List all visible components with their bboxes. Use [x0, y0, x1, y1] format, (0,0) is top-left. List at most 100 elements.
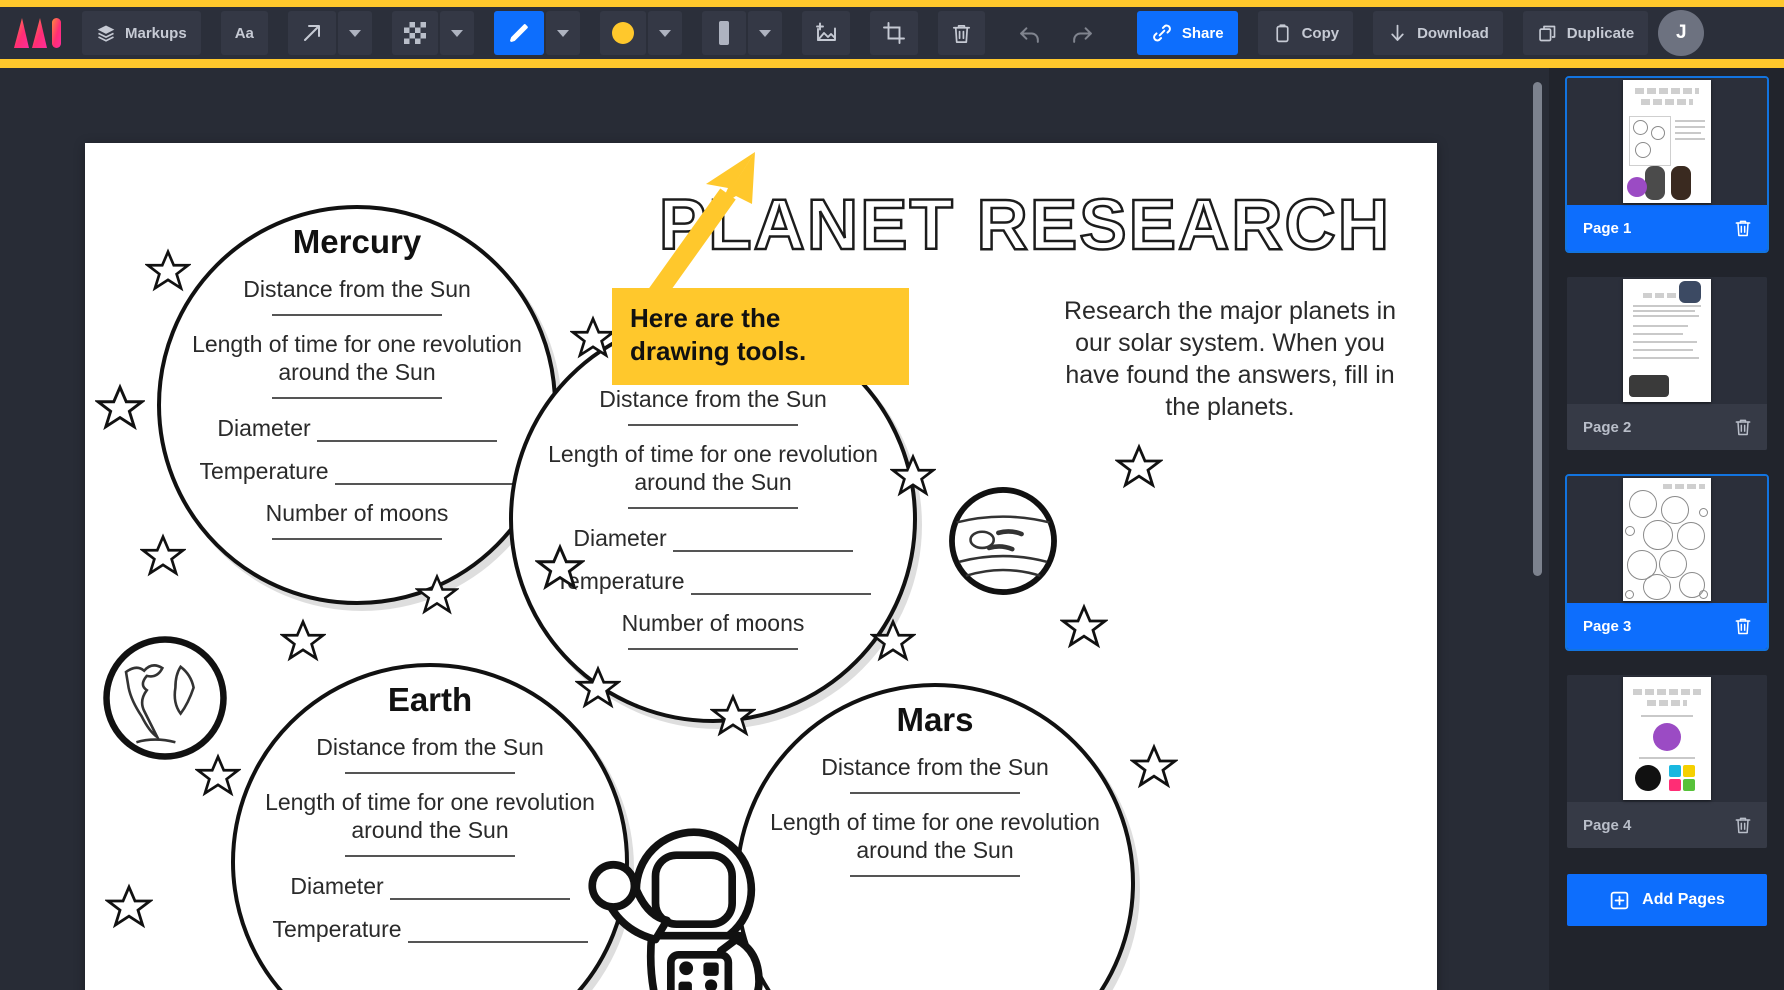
canvas-area[interactable]: PLANET RESEARCH Research the major plane…: [0, 68, 1546, 990]
field-label-moons: Number of moons: [265, 500, 449, 527]
text-tool-button[interactable]: Aa: [220, 11, 268, 55]
page-thumbnail-1[interactable]: [1567, 78, 1767, 205]
planet-name: Earth: [387, 681, 473, 718]
page-thumbnail-2[interactable]: [1567, 277, 1767, 404]
avatar[interactable]: J: [1658, 10, 1705, 56]
star-icon: [95, 383, 145, 431]
page-label-3: Page 3: [1583, 617, 1632, 635]
field-label-diameter: Diameter: [290, 873, 384, 900]
answer-line: [407, 926, 588, 944]
callout-line-1: Here are the: [630, 303, 781, 333]
callout-box[interactable]: Here are the drawing tools.: [612, 288, 909, 385]
color-swatch-button[interactable]: [599, 11, 646, 55]
page-label-1: Page 1: [1583, 219, 1632, 237]
page-thumbnail-4[interactable]: [1567, 675, 1767, 802]
download-label: Download: [1417, 24, 1489, 42]
download-button[interactable]: Download: [1373, 11, 1503, 55]
planet-name: Mars: [896, 701, 974, 738]
field-label-distance: Distance from the Sun: [599, 386, 827, 412]
delete-page-icon[interactable]: [1733, 815, 1753, 835]
page-label-4: Page 4: [1583, 816, 1632, 834]
scrollbar-thumb[interactable]: [1533, 82, 1542, 576]
star-icon: [415, 573, 459, 615]
stroke-thickness-dropdown[interactable]: [747, 11, 782, 55]
answer-line: [345, 772, 515, 775]
thumbnail-art: [1623, 478, 1711, 601]
color-dropdown[interactable]: [647, 11, 682, 55]
field-row-temperature: Temperature: [161, 458, 553, 486]
chevron-down-icon: [658, 29, 671, 37]
delete-page-icon[interactable]: [1733, 417, 1753, 437]
duplicate-label: Duplicate: [1566, 24, 1635, 42]
page-thumbnail-3[interactable]: [1567, 476, 1767, 603]
astronaut-illustration: [588, 828, 763, 990]
page-label-row-3: Page 3: [1567, 603, 1767, 649]
add-image-button[interactable]: [801, 11, 850, 55]
arrow-tool-button[interactable]: [287, 11, 336, 55]
worksheet-instructions: Research the major planets in our solar …: [1063, 297, 1397, 421]
page-card-4[interactable]: Page 4: [1567, 675, 1767, 848]
markup-hero-logo[interactable]: [10, 13, 68, 53]
duplicate-button[interactable]: Duplicate: [1522, 11, 1649, 55]
color-swatch-icon: [611, 22, 634, 44]
answer-line: [850, 875, 1020, 878]
page-card-2[interactable]: Page 2: [1567, 277, 1767, 450]
share-button[interactable]: Share: [1136, 11, 1238, 55]
delete-page-icon[interactable]: [1733, 616, 1753, 636]
star-icon: [535, 543, 585, 591]
answer-line: [272, 538, 442, 541]
chevron-down-icon: [556, 29, 569, 37]
arrow-tool-dropdown[interactable]: [337, 11, 372, 55]
blur-tool-dropdown[interactable]: [439, 11, 474, 55]
star-icon: [195, 753, 241, 797]
blur-tool-button[interactable]: [391, 11, 438, 55]
stroke-thickness-button[interactable]: [701, 11, 746, 55]
page-label-row-4: Page 4: [1567, 802, 1767, 848]
chevron-down-icon: [348, 29, 361, 37]
share-label: Share: [1181, 24, 1224, 42]
star-icon: [140, 533, 186, 577]
thickness-icon: [718, 21, 729, 45]
crop-button[interactable]: [869, 11, 918, 55]
field-row-diameter: Diameter: [235, 873, 625, 901]
page-label-2: Page 2: [1583, 418, 1632, 436]
blur-icon: [403, 22, 426, 44]
copy-label: Copy: [1301, 24, 1340, 42]
undo-button[interactable]: [1005, 11, 1054, 55]
pen-tool-button[interactable]: [493, 11, 544, 55]
delete-page-icon[interactable]: [1733, 218, 1753, 238]
page-card-3[interactable]: Page 3: [1565, 474, 1769, 651]
answer-line: [850, 792, 1020, 795]
chevron-down-icon: [758, 29, 771, 37]
markups-button[interactable]: Markups: [82, 11, 201, 55]
toolbar-highlight-ring: Markups Aa Share Copy Download Duplicate…: [0, 0, 1784, 68]
answer-line: [334, 468, 515, 486]
star-icon: [1130, 743, 1178, 789]
answer-line: [272, 314, 442, 317]
answer-line: [628, 507, 798, 510]
copy-button[interactable]: Copy: [1257, 11, 1354, 55]
page-card-1[interactable]: Page 1: [1565, 76, 1769, 253]
earth-globe-illustration: [103, 636, 227, 760]
canvas-scrollbar[interactable]: [1527, 68, 1549, 990]
star-icon: [280, 618, 326, 662]
planet-bubble-mercury: Mercury Distance from the Sun Length of …: [157, 205, 557, 605]
pen-tool-dropdown[interactable]: [545, 11, 580, 55]
pages-sidebar: Page 1 Page 2 Page 3 Page 4 Add Pages: [1549, 68, 1784, 990]
page-label-row-2: Page 2: [1567, 404, 1767, 450]
delete-button[interactable]: [937, 11, 985, 55]
star-icon: [1060, 603, 1108, 649]
markups-label: Markups: [125, 24, 187, 42]
callout-line-2: drawing tools.: [630, 336, 807, 367]
avatar-initial: J: [1675, 22, 1687, 43]
answer-line: [628, 424, 798, 427]
plus-box-icon: [1610, 891, 1629, 909]
star-icon: [1115, 443, 1163, 489]
star-icon: [710, 693, 756, 737]
field-label-diameter: Diameter: [217, 415, 311, 442]
add-pages-button[interactable]: Add Pages: [1567, 874, 1767, 926]
answer-line: [672, 535, 853, 553]
field-row-diameter: Diameter: [161, 415, 553, 443]
redo-button[interactable]: [1058, 11, 1107, 55]
thumbnail-art: [1623, 80, 1711, 203]
